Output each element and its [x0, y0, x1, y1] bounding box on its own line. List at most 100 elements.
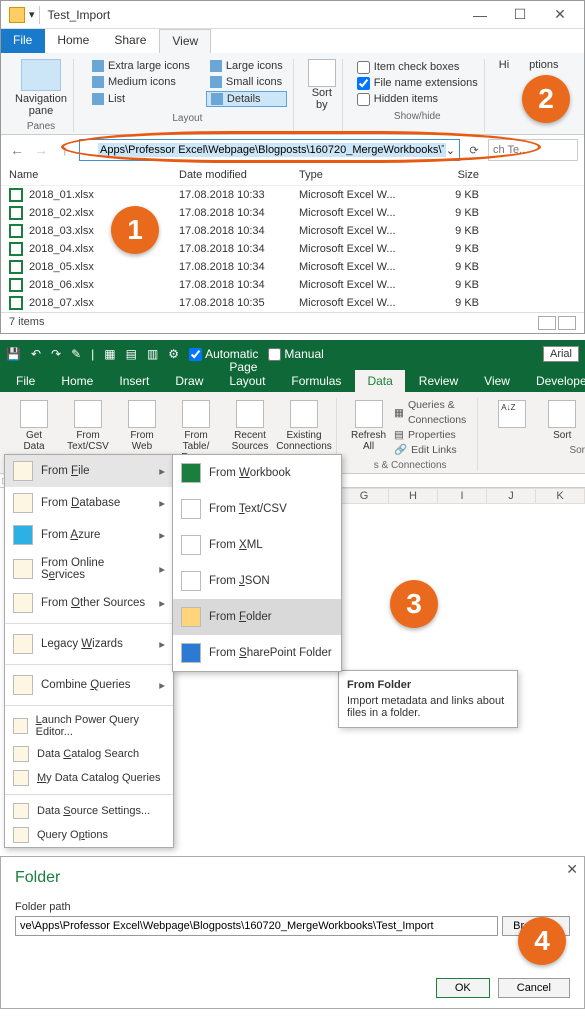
- menu-data-catalog-search[interactable]: Data Catalog Search: [5, 742, 173, 766]
- hide-selected-button[interactable]: Hi: [499, 59, 509, 71]
- file-row[interactable]: 2018_03.xlsx17.08.2018 10:34Microsoft Ex…: [1, 222, 584, 240]
- menu-from-azure[interactable]: From Azure▸: [5, 519, 173, 551]
- tab-home[interactable]: Home: [45, 29, 102, 53]
- tab-review[interactable]: Review: [407, 370, 470, 392]
- undo-icon[interactable]: ↶: [31, 347, 41, 361]
- tab-file[interactable]: File: [4, 370, 47, 392]
- address-bar[interactable]: ⌄: [79, 139, 460, 161]
- column-size[interactable]: Size: [419, 169, 479, 181]
- tab-file[interactable]: File: [1, 29, 45, 53]
- navigation-pane-button[interactable]: [21, 59, 61, 91]
- tab-view[interactable]: View: [472, 370, 522, 392]
- check-hidden-items[interactable]: Hidden items: [357, 91, 478, 107]
- menu-launch-power-query[interactable]: Launch Power Query Editor...: [5, 710, 173, 742]
- maximize-button[interactable]: ☐: [500, 1, 540, 29]
- layout-extra-large-icons[interactable]: Extra large icons: [88, 59, 194, 73]
- column-header[interactable]: G: [340, 488, 389, 504]
- qat-icon[interactable]: ▥: [147, 347, 158, 361]
- cancel-button[interactable]: Cancel: [498, 978, 570, 998]
- menu-from-database[interactable]: From Database▸: [5, 487, 173, 519]
- sort-button[interactable]: Sort: [540, 398, 584, 443]
- up-button[interactable]: ↑: [55, 140, 75, 160]
- tab-share[interactable]: Share: [102, 29, 159, 53]
- view-large-icon[interactable]: [558, 316, 576, 330]
- forward-button[interactable]: →: [31, 140, 51, 160]
- menu-from-file[interactable]: From File▸: [5, 455, 173, 487]
- column-type[interactable]: Type: [299, 169, 419, 181]
- status-bar: 7 items: [1, 312, 584, 333]
- submenu-from-textcsv[interactable]: From Text/CSV: [173, 491, 341, 527]
- column-date[interactable]: Date modified: [179, 169, 299, 181]
- tab-home[interactable]: Home: [49, 370, 105, 392]
- tab-developer[interactable]: Developer: [524, 370, 585, 392]
- tab-page-layout[interactable]: Page Layout: [217, 356, 277, 392]
- refresh-button[interactable]: ⟳: [464, 144, 484, 157]
- column-header[interactable]: I: [438, 488, 487, 504]
- column-header[interactable]: K: [536, 488, 585, 504]
- submenu-from-folder[interactable]: From Folder: [173, 599, 341, 635]
- qat-dropdown-icon[interactable]: ▾: [29, 8, 35, 21]
- submenu-from-workbook[interactable]: From Workbook: [173, 455, 341, 491]
- file-row[interactable]: 2018_06.xlsx17.08.2018 10:34Microsoft Ex…: [1, 276, 584, 294]
- submenu-from-sharepoint[interactable]: From SharePoint Folder: [173, 635, 341, 671]
- menu-from-other-sources[interactable]: From Other Sources▸: [5, 587, 173, 619]
- brush-icon[interactable]: ✎: [71, 347, 81, 361]
- file-date: 17.08.2018 10:35: [179, 297, 299, 309]
- font-dropdown[interactable]: Arial: [543, 346, 579, 362]
- layout-medium-icons[interactable]: Medium icons: [88, 75, 194, 89]
- column-name[interactable]: Name: [9, 169, 179, 181]
- tab-formulas[interactable]: Formulas: [279, 370, 353, 392]
- column-header[interactable]: H: [389, 488, 438, 504]
- address-input[interactable]: [98, 143, 446, 157]
- sort-by-icon[interactable]: [308, 59, 336, 87]
- layout-small-icons[interactable]: Small icons: [206, 75, 287, 89]
- qat-icon[interactable]: ▤: [126, 347, 137, 361]
- redo-icon[interactable]: ↷: [51, 347, 61, 361]
- back-button[interactable]: ←: [7, 140, 27, 160]
- close-button[interactable]: ✕: [540, 1, 580, 29]
- file-row[interactable]: 2018_02.xlsx17.08.2018 10:34Microsoft Ex…: [1, 204, 584, 222]
- menu-data-source-settings[interactable]: Data Source Settings...: [5, 799, 173, 823]
- menu-query-options[interactable]: Query Options: [5, 823, 173, 847]
- tab-insert[interactable]: Insert: [107, 370, 161, 392]
- qat-icon[interactable]: ⚙: [168, 347, 179, 361]
- layout-list[interactable]: List: [88, 91, 194, 107]
- file-row[interactable]: 2018_01.xlsx17.08.2018 10:33Microsoft Ex…: [1, 186, 584, 204]
- show-hide-group-label: Show/hide: [394, 111, 441, 122]
- edit-links-button[interactable]: 🔗 Edit Links: [394, 443, 471, 458]
- dialog-close-button[interactable]: ✕: [566, 861, 578, 878]
- save-icon[interactable]: 💾: [6, 347, 21, 361]
- menu-legacy-wizards[interactable]: Legacy Wizards▸: [5, 628, 173, 660]
- layout-details[interactable]: Details: [206, 91, 287, 107]
- submenu-from-json[interactable]: From JSON: [173, 563, 341, 599]
- refresh-all-button[interactable]: Refresh All: [349, 398, 388, 458]
- file-row[interactable]: 2018_04.xlsx17.08.2018 10:34Microsoft Ex…: [1, 240, 584, 258]
- sort-az-button[interactable]: A↓Z: [490, 398, 534, 443]
- folder-icon: [181, 607, 201, 627]
- menu-from-online-services[interactable]: From Online Services▸: [5, 551, 173, 587]
- menu-my-data-catalog[interactable]: My Data Catalog Queries: [5, 766, 173, 790]
- search-input[interactable]: [488, 139, 578, 161]
- file-date: 17.08.2018 10:34: [179, 207, 299, 219]
- address-dropdown-icon[interactable]: ⌄: [446, 144, 455, 157]
- file-row[interactable]: 2018_05.xlsx17.08.2018 10:34Microsoft Ex…: [1, 258, 584, 276]
- qat-icon[interactable]: ▦: [104, 347, 115, 361]
- folder-path-input[interactable]: [15, 916, 498, 936]
- check-item-boxes[interactable]: Item check boxes: [357, 59, 478, 75]
- minimize-button[interactable]: —: [460, 1, 500, 29]
- menu-combine-queries[interactable]: Combine Queries▸: [5, 669, 173, 701]
- column-header[interactable]: J: [487, 488, 536, 504]
- qat-sep: |: [91, 347, 94, 361]
- view-details-icon[interactable]: [538, 316, 556, 330]
- tab-data[interactable]: Data: [355, 370, 404, 392]
- tab-view[interactable]: View: [159, 29, 211, 53]
- properties-button[interactable]: ▤ Properties: [394, 428, 471, 443]
- layout-large-icons[interactable]: Large icons: [206, 59, 287, 73]
- submenu-from-xml[interactable]: From XML: [173, 527, 341, 563]
- file-row[interactable]: 2018_07.xlsx17.08.2018 10:35Microsoft Ex…: [1, 294, 584, 312]
- options-button[interactable]: ptions: [529, 59, 558, 71]
- queries-connections-button[interactable]: ▦ Queries & Connections: [394, 398, 471, 428]
- check-file-extensions[interactable]: File name extensions: [357, 75, 478, 91]
- tab-draw[interactable]: Draw: [163, 370, 215, 392]
- ok-button[interactable]: OK: [436, 978, 490, 998]
